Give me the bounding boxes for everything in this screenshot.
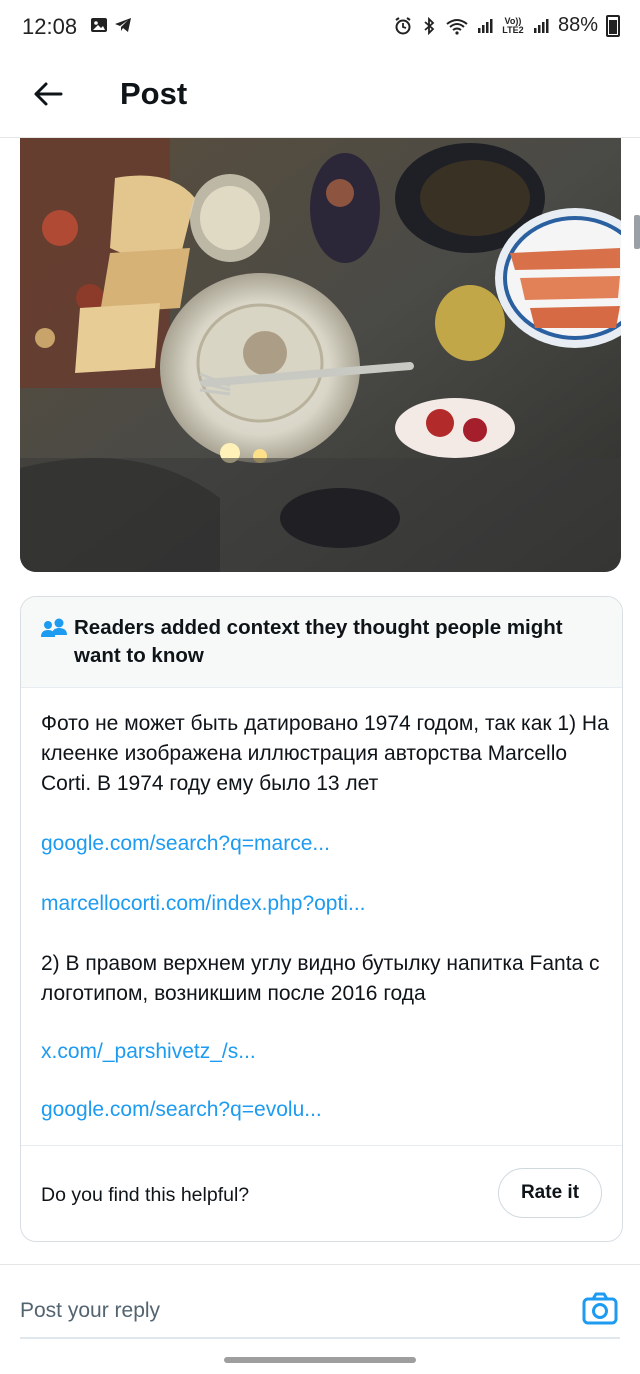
helpful-prompt: Do you find this helpful? [41, 1184, 250, 1206]
rate-it-button[interactable]: Rate it [498, 1168, 602, 1218]
note-link-1[interactable]: google.com/search?q=marce... [41, 829, 611, 859]
note-header-text: Readers added context they thought peopl… [74, 616, 563, 667]
note-header: Readers added context they thought peopl… [21, 597, 622, 688]
people-icon [41, 618, 67, 637]
status-left-icons [90, 16, 132, 34]
note-paragraph-2: 2) В правом верхнем углу видно бутылку н… [41, 952, 600, 1005]
telegram-icon [115, 18, 131, 32]
back-button[interactable] [28, 74, 68, 114]
note-link-3[interactable]: x.com/_parshivetz_/s... [41, 1037, 611, 1067]
photo-image [20, 138, 621, 572]
note-body: Фото не может быть датировано 1974 годом… [41, 709, 611, 1125]
page-title: Post [120, 76, 188, 111]
helpful-row: Do you find this helpful? Rate it [21, 1145, 622, 1241]
signal-2-icon [533, 18, 549, 33]
signal-icon [477, 18, 493, 33]
note-link-2[interactable]: marcellocorti.com/index.php?opti... [41, 889, 611, 919]
battery-icon [606, 14, 620, 37]
status-bar: 12:08 Vo)) LTE2 88% [0, 0, 640, 58]
gallery-icon [91, 18, 107, 32]
status-time: 12:08 [22, 14, 78, 39]
note-paragraph-1: Фото не может быть датировано 1974 годом… [41, 712, 609, 795]
reply-divider [20, 1337, 620, 1339]
community-note-card: Readers added context they thought peopl… [20, 596, 623, 1242]
arrow-left-icon [34, 82, 63, 106]
top-app-bar: Post [0, 58, 640, 138]
volte-icon: Vo)) LTE2 [502, 15, 524, 35]
camera-icon[interactable] [582, 1291, 618, 1327]
battery-percent: 88% [557, 14, 598, 36]
bluetooth-icon [424, 16, 435, 35]
note-link-4[interactable]: google.com/search?q=evolu... [41, 1095, 611, 1125]
post-photo[interactable] [20, 138, 621, 572]
scrollbar[interactable] [634, 215, 640, 249]
home-indicator[interactable] [224, 1357, 416, 1363]
wifi-icon [446, 18, 468, 35]
status-right: Vo)) LTE2 88% [394, 14, 620, 37]
reply-input[interactable] [20, 1291, 560, 1331]
alarm-icon [395, 16, 411, 34]
